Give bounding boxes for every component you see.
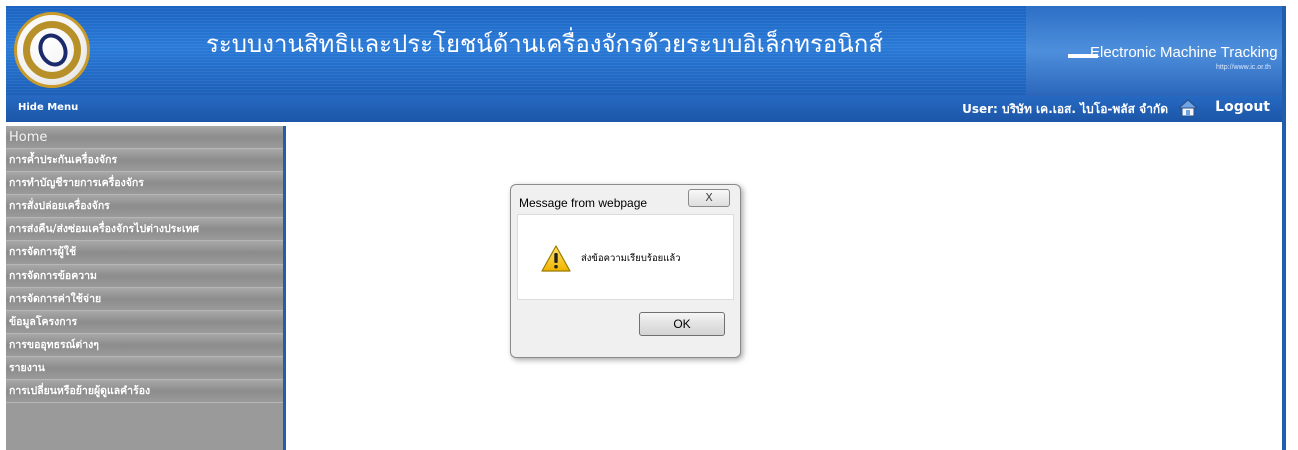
page-title: ระบบงานสิทธิและประโยชน์ด้านเครื่องจักรด้… bbox=[206, 30, 883, 58]
sidebar-item-change-supervisor[interactable]: การเปลี่ยนหรือย้ายผู้ดูแลคำร้อง bbox=[6, 380, 283, 404]
header-banner: ระบบงานสิทธิและประโยชน์ด้านเครื่องจักรด้… bbox=[6, 6, 1284, 96]
logout-button[interactable]: Logout bbox=[1215, 99, 1270, 115]
ok-button[interactable]: OK bbox=[639, 312, 725, 336]
page: ระบบงานสิทธิและประโยชน์ด้านเครื่องจักรด้… bbox=[0, 0, 1298, 450]
warning-icon bbox=[541, 245, 571, 273]
dialog-title: Message from webpage bbox=[519, 196, 648, 210]
sidebar-item-machine-guarantee[interactable]: การค้ำประกันเครื่องจักร bbox=[6, 149, 283, 173]
dialog-message: ส่งข้อความเรียบร้อยแล้ว bbox=[581, 253, 681, 264]
brand-url: http://www.ic.or.th bbox=[1216, 64, 1271, 71]
hide-menu-link[interactable]: Hide Menu bbox=[18, 102, 78, 113]
sidebar-item-user-management[interactable]: การจัดการผู้ใช้ bbox=[6, 241, 283, 265]
home-icon[interactable] bbox=[1177, 98, 1199, 118]
sidebar-item-appeals[interactable]: การขออุทธรณ์ต่างๆ bbox=[6, 333, 283, 357]
dialog-body: ส่งข้อความเรียบร้อยแล้ว bbox=[517, 214, 734, 300]
dialog-close-button[interactable]: X bbox=[688, 189, 730, 207]
sidebar-item-home[interactable]: Home bbox=[6, 126, 283, 150]
sidebar-item-machine-release[interactable]: การสั่งปล่อยเครื่องจักร bbox=[6, 195, 283, 219]
sidebar-item-machine-list[interactable]: การทำบัญชีรายการเครื่องจักร bbox=[6, 172, 283, 196]
brand-panel: Electronic Machine Tracking http://www.i… bbox=[1026, 6, 1284, 96]
sidebar-menu: Home การค้ำประกันเครื่องจักร การทำบัญชีร… bbox=[6, 126, 286, 450]
sidebar-item-machine-return[interactable]: การส่งคืน/ส่งซ่อมเครื่องจักรไปต่างประเทศ bbox=[6, 218, 283, 242]
message-dialog: Message from webpage X ส่งข้อความเรียบร้… bbox=[510, 184, 741, 358]
right-frame-border bbox=[1282, 6, 1286, 450]
sidebar-item-message-management[interactable]: การจัดการข้อความ bbox=[6, 264, 283, 288]
brand-name: Electronic Machine Tracking bbox=[1090, 44, 1278, 61]
menu-bar: Hide Menu User: บริษัท เค.เอส. ไบโอ-พลัส… bbox=[6, 96, 1284, 122]
user-info: User: บริษัท เค.เอส. ไบโอ-พลัส จำกัด bbox=[962, 102, 1168, 116]
association-logo bbox=[14, 12, 90, 88]
sidebar-item-expense-management[interactable]: การจัดการค่าใช้จ่าย bbox=[6, 287, 283, 311]
close-icon: X bbox=[705, 191, 713, 204]
sidebar-item-reports[interactable]: รายงาน bbox=[6, 356, 283, 381]
sidebar-item-project-info[interactable]: ข้อมูลโครงการ bbox=[6, 310, 283, 334]
